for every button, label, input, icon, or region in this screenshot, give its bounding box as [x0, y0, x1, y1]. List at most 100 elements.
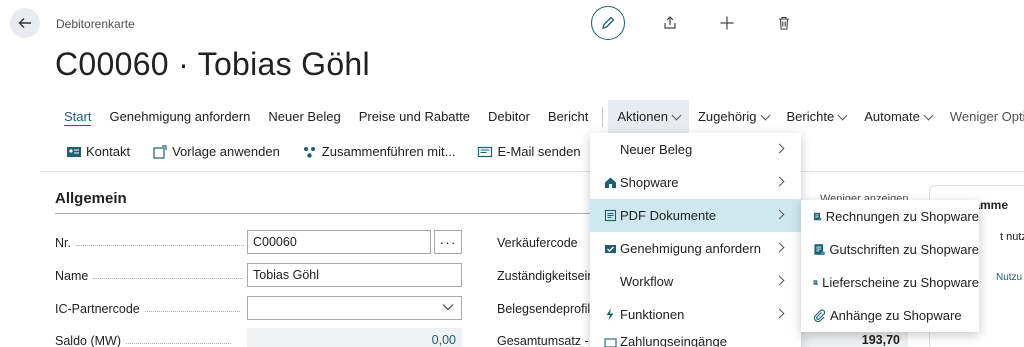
- menu-item-workflow[interactable]: Workflow: [590, 265, 801, 298]
- new-button[interactable]: [715, 11, 739, 35]
- menu-item-label: Neuer Beleg: [620, 142, 693, 157]
- send-email-label: E-Mail senden: [497, 144, 581, 159]
- tab-label: Weniger Optionen: [949, 109, 1024, 124]
- balance-value[interactable]: 0,00: [247, 328, 462, 347]
- document-icon: [602, 209, 618, 222]
- back-button[interactable]: [10, 8, 40, 38]
- tab-request-approval[interactable]: Genehmigung anfordern: [100, 100, 259, 134]
- contact-button[interactable]: Kontakt: [66, 144, 130, 159]
- share-button[interactable]: [658, 11, 682, 35]
- menu-automate[interactable]: Automate: [855, 100, 941, 134]
- factbox-text: t nutzt K: [1000, 231, 1024, 243]
- lookup-button[interactable]: ···: [434, 230, 462, 254]
- pdf-documents-submenu: Rechnungen zu Shopware Gutschriften zu S…: [801, 200, 979, 332]
- menu-item-shopware[interactable]: Shopware: [590, 166, 801, 199]
- submenu-item-credit-memos[interactable]: Gutschriften zu Shopware: [801, 233, 979, 266]
- submenu-item-label: Lieferscheine zu Shopware: [822, 275, 979, 290]
- tab-label: Aktionen: [617, 109, 668, 124]
- breadcrumb: Debitorenkarte: [56, 17, 135, 31]
- menu-item-pdf-documents[interactable]: PDF Dokumente: [590, 199, 801, 232]
- tab-label: Automate: [864, 109, 920, 124]
- submenu-item-label: Gutschriften zu Shopware: [829, 242, 979, 257]
- field-balance-label: Saldo (MW): [55, 334, 231, 347]
- tab-label: Neuer Beleg: [268, 109, 341, 124]
- plus-icon: [720, 16, 734, 30]
- chevron-right-icon: [774, 209, 785, 220]
- tab-label: Genehmigung anfordern: [109, 109, 251, 124]
- divider: [40, 171, 1024, 172]
- tab-new-document[interactable]: Neuer Beleg: [259, 100, 349, 134]
- responsibility-label: Zuständigkeitsein: [497, 269, 595, 283]
- submenu-item-invoices[interactable]: Rechnungen zu Shopware: [801, 200, 979, 233]
- tab-report[interactable]: Bericht: [539, 100, 597, 134]
- leader-dots: [144, 298, 240, 312]
- promoted-actions: Kontakt Vorlage anwenden Zusammenführen …: [66, 144, 603, 159]
- section-title-general[interactable]: Allgemein: [55, 190, 127, 207]
- share-icon: [664, 16, 676, 29]
- home-icon: [602, 176, 618, 189]
- menu-item-label: Zahlungseingänge: [620, 334, 727, 347]
- chevron-down-icon: [671, 110, 682, 120]
- submenu-item-label: Anhänge zu Shopware: [830, 308, 962, 323]
- salesperson-label: Verkäufercode: [497, 236, 578, 250]
- edit-button[interactable]: [591, 6, 625, 40]
- chevron-right-icon: [774, 176, 785, 187]
- menu-item-label: Workflow: [620, 274, 674, 289]
- chevron-right-icon: [774, 143, 785, 154]
- menu-item-label: Funktionen: [620, 307, 685, 322]
- leader-dots: [93, 265, 244, 279]
- delete-button[interactable]: [772, 11, 796, 35]
- send-email-button[interactable]: E-Mail senden: [477, 144, 581, 159]
- merge-button[interactable]: Zusammenführen mit...: [302, 144, 456, 159]
- tab-label: Preise und Rabatte: [358, 109, 470, 124]
- submenu-item-label: Rechnungen zu Shopware: [825, 209, 979, 224]
- ic-partner-select[interactable]: [247, 296, 462, 320]
- menu-item-new-document[interactable]: Neuer Beleg: [590, 133, 801, 166]
- menu-item-functions[interactable]: Funktionen: [590, 298, 801, 331]
- submenu-item-shipments[interactable]: Lieferscheine zu Shopware: [801, 266, 979, 299]
- merge-label: Zusammenführen mit...: [321, 144, 456, 159]
- tab-prices-discounts[interactable]: Preise und Rabatte: [350, 100, 479, 134]
- total-sales-label: Gesamtumsatz - G: [497, 334, 602, 347]
- approval-icon: [602, 242, 618, 255]
- ellipsis-icon: ···: [439, 234, 457, 250]
- menu-item-label: Genehmigung anfordern: [620, 241, 761, 256]
- menu-reports[interactable]: Berichte: [778, 100, 856, 134]
- page-tools: [591, 6, 796, 40]
- tab-label: Debitor: [487, 109, 530, 124]
- page-title: C00060 · Tobias Göhl: [55, 46, 370, 82]
- leader-dots: [125, 330, 231, 344]
- factbox-link[interactable]: Nutzu: [996, 272, 1022, 283]
- fewer-options-button[interactable]: Weniger Optionen: [941, 100, 1024, 134]
- tab-start-label: Start: [64, 108, 92, 126]
- label-text: Nr.: [55, 236, 71, 250]
- chevron-right-icon: [774, 275, 785, 286]
- payment-icon: [602, 336, 618, 347]
- chevron-down-icon: [760, 110, 770, 120]
- label-text: IC-Partnercode: [55, 302, 140, 316]
- tab-label: Berichte: [786, 109, 835, 124]
- menu-item-payments[interactable]: Zahlungseingänge: [590, 331, 801, 347]
- chevron-down-icon: [837, 110, 848, 120]
- separator: [602, 107, 604, 127]
- apply-template-button[interactable]: Vorlage anwenden: [152, 144, 280, 159]
- name-field[interactable]: Tobias Göhl: [247, 263, 462, 287]
- field-ic-label: IC-Partnercode: [55, 302, 240, 316]
- chevron-right-icon: [774, 242, 785, 253]
- label-text: Name: [55, 269, 89, 283]
- actions-menu: Neuer Beleg Shopware PDF Dokumente Geneh…: [590, 133, 801, 347]
- field-name-label: Name: [55, 269, 244, 283]
- tab-start[interactable]: Start: [55, 100, 100, 134]
- contact-card-icon: [67, 146, 81, 157]
- menu-item-request-approval[interactable]: Genehmigung anfordern: [590, 232, 801, 265]
- no-field[interactable]: C00060: [247, 230, 431, 254]
- menu-item-label: Shopware: [620, 175, 679, 190]
- menu-related[interactable]: Zugehörig: [689, 100, 778, 134]
- label-text: Saldo (MW): [55, 334, 121, 347]
- submenu-item-attachments[interactable]: Anhänge zu Shopware: [801, 299, 979, 332]
- credit-memo-icon: [814, 244, 825, 256]
- tab-customer[interactable]: Debitor: [479, 100, 539, 134]
- menu-actions[interactable]: Aktionen: [608, 100, 689, 134]
- invoice-icon: [814, 212, 822, 221]
- template-icon: [153, 144, 167, 159]
